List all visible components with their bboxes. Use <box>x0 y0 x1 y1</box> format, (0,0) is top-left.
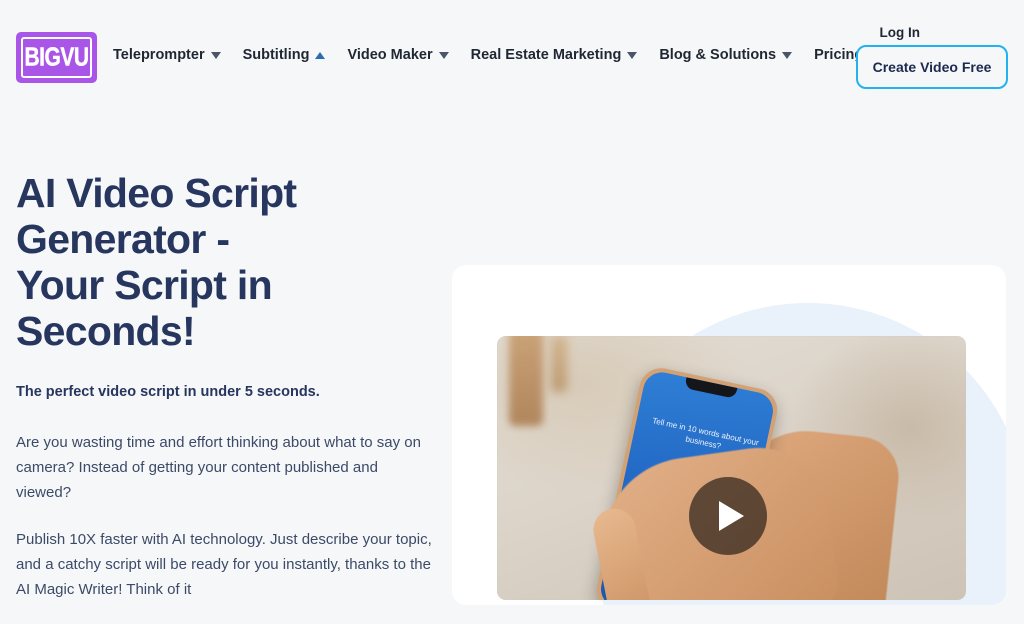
chevron-down-icon <box>782 51 793 59</box>
bigvu-logo[interactable]: BIGVU <box>16 32 97 83</box>
video-thumbnail[interactable]: Tell me in 10 words about your business?… <box>497 336 966 600</box>
nav-item-label: Video Maker <box>347 47 433 63</box>
headline-line-4: Seconds! <box>16 308 196 354</box>
chevron-down-icon <box>438 51 449 59</box>
nav-item-teleprompter[interactable]: Teleprompter <box>113 45 234 65</box>
headline-line-3: Your Script in <box>16 262 273 308</box>
background-furniture <box>509 336 543 426</box>
chevron-down-icon <box>627 51 638 59</box>
nav-item-label: Blog & Solutions <box>659 47 777 63</box>
background-furniture-2 <box>551 336 567 392</box>
hero-text-column: AI Video Script Generator - Your Script … <box>16 170 436 624</box>
play-button[interactable] <box>689 477 767 555</box>
hero-paragraph-2: Publish 10X faster with AI technology. J… <box>16 531 432 598</box>
logo-text: BIGVU <box>24 43 89 72</box>
chevron-down-icon <box>210 51 221 59</box>
nav-item-subtitling[interactable]: Subtitling <box>243 45 339 65</box>
nav-item-blog-solutions[interactable]: Blog & Solutions <box>659 45 805 65</box>
login-link[interactable]: Log In <box>880 25 921 41</box>
page-title: AI Video Script Generator - Your Script … <box>16 170 436 354</box>
main-navigation: Teleprompter Subtitling Video Maker Real… <box>113 45 863 65</box>
nav-item-label: Teleprompter <box>113 47 205 63</box>
create-video-free-button[interactable]: Create Video Free <box>856 45 1008 89</box>
video-card: Tell me in 10 words about your business?… <box>452 265 1006 605</box>
hero-paragraph-1: Are you wasting time and effort thinking… <box>16 434 421 501</box>
logo-frame: BIGVU <box>21 37 92 78</box>
headline-line-2: Generator - <box>16 216 230 262</box>
hero-subheading: The perfect video script in under 5 seco… <box>16 384 320 400</box>
nav-item-label: Subtitling <box>242 47 310 63</box>
site-header: BIGVU Teleprompter Subtitling Video Make… <box>0 0 1024 104</box>
nav-item-label: Real Estate Marketing <box>470 47 622 63</box>
nav-item-video-maker[interactable]: Video Maker <box>347 45 461 65</box>
headline-line-1: AI Video Script <box>16 170 297 216</box>
chevron-up-icon <box>315 51 326 59</box>
play-triangle-icon <box>719 501 744 531</box>
nav-item-real-estate-marketing[interactable]: Real Estate Marketing <box>471 45 651 65</box>
